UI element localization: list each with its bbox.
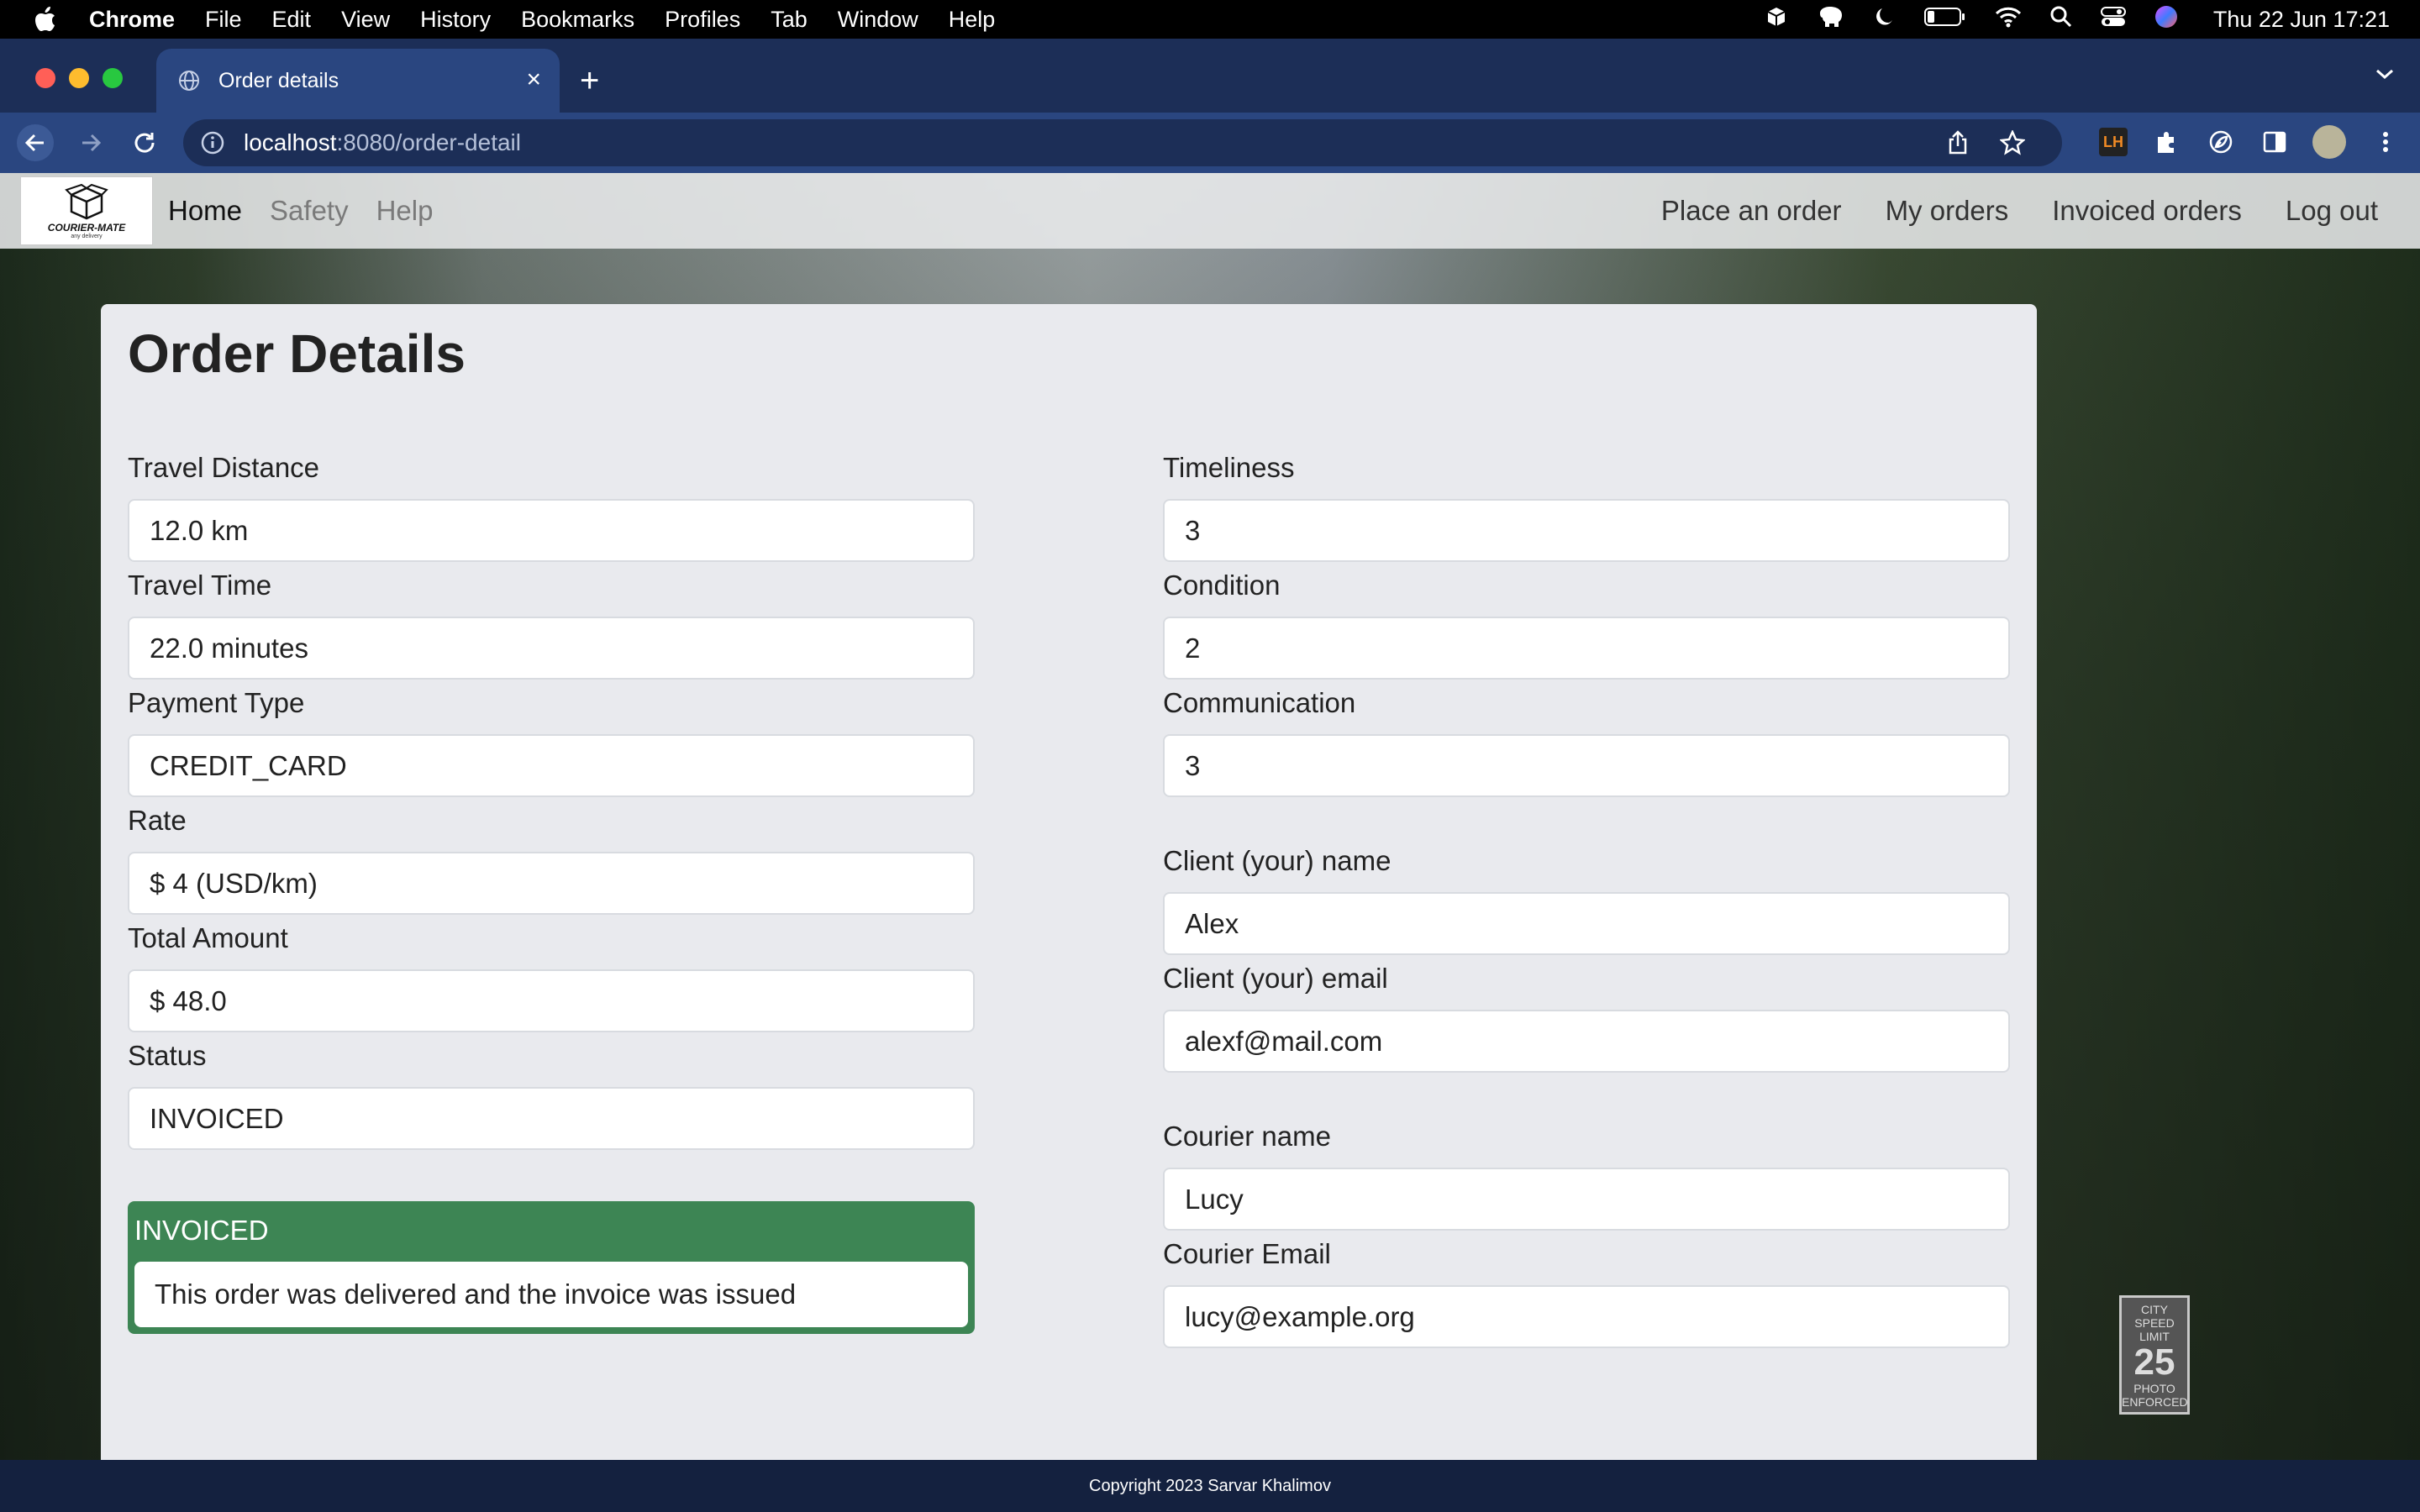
- globe-icon: [178, 70, 200, 92]
- status-alert-panel: INVOICED This order was delivered and th…: [128, 1201, 975, 1334]
- page-title: Order Details: [128, 323, 466, 384]
- travel-time-label: Travel Time: [128, 570, 272, 601]
- share-icon[interactable]: [1946, 130, 1970, 161]
- footer-copyright: Copyright 2023 Sarvar Khalimov: [1089, 1476, 1331, 1495]
- cube-app-icon[interactable]: [1765, 5, 1788, 34]
- reload-icon[interactable]: [126, 124, 163, 161]
- url-host: localhost: [244, 129, 337, 155]
- rate-label: Rate: [128, 805, 187, 836]
- nav-link-my-orders[interactable]: My orders: [1886, 195, 2009, 227]
- nav-link-home[interactable]: Home: [168, 195, 242, 227]
- total-amount-field[interactable]: $ 48.0: [128, 969, 975, 1032]
- apple-icon[interactable]: [34, 6, 57, 33]
- menu-window[interactable]: Window: [838, 7, 918, 33]
- new-tab-button[interactable]: +: [580, 64, 599, 97]
- site-info-icon[interactable]: [200, 130, 225, 155]
- background-speed-sign: CITY SPEED LIMIT 25 PHOTO ENFORCED: [2119, 1295, 2190, 1415]
- site-navbar: COURIER-MATE any delivery Home Safety He…: [0, 173, 2420, 249]
- status-label: Status: [128, 1040, 207, 1071]
- wifi-icon[interactable]: [1995, 6, 2022, 34]
- moon-icon[interactable]: [1874, 6, 1896, 34]
- courier-email-label: Courier Email: [1163, 1238, 1331, 1269]
- window-close-button[interactable]: [35, 68, 55, 88]
- client-name-label: Client (your) name: [1163, 845, 1392, 876]
- nav-link-invoiced-orders[interactable]: Invoiced orders: [2052, 195, 2242, 227]
- elephant-icon[interactable]: [1817, 5, 1845, 34]
- timeliness-label: Timeliness: [1163, 452, 1295, 483]
- side-panel-icon[interactable]: [2260, 128, 2289, 156]
- client-name-field[interactable]: Alex: [1163, 892, 2010, 955]
- menu-tab[interactable]: Tab: [771, 7, 808, 33]
- lighthouse-extension-icon[interactable]: LH: [2099, 128, 2128, 156]
- extensions-puzzle-icon[interactable]: [2153, 128, 2181, 156]
- battery-icon[interactable]: [1923, 7, 1966, 33]
- bookmark-star-icon[interactable]: [1999, 129, 2026, 161]
- payment-type-field[interactable]: CREDIT_CARD: [128, 734, 975, 797]
- nav-link-help[interactable]: Help: [376, 195, 434, 227]
- brand-logo[interactable]: COURIER-MATE any delivery: [20, 176, 153, 245]
- courier-email-field[interactable]: lucy@example.org: [1163, 1285, 2010, 1348]
- brand-name: COURIER-MATE: [47, 221, 126, 234]
- nav-link-log-out[interactable]: Log out: [2286, 195, 2378, 227]
- menu-bookmarks[interactable]: Bookmarks: [521, 7, 634, 33]
- browser-tab-active[interactable]: Order details ×: [156, 49, 560, 113]
- client-email-label: Client (your) email: [1163, 963, 1388, 994]
- rate-field[interactable]: $ 4 (USD/km): [128, 852, 975, 915]
- tab-title: Order details: [218, 68, 339, 92]
- travel-distance-label: Travel Distance: [128, 452, 320, 483]
- courier-name-field[interactable]: Lucy: [1163, 1168, 2010, 1231]
- box-logo-icon: [65, 183, 108, 219]
- menu-profiles[interactable]: Profiles: [665, 7, 740, 33]
- menu-view[interactable]: View: [341, 7, 390, 33]
- status-field[interactable]: INVOICED: [128, 1087, 975, 1150]
- control-center-icon[interactable]: [2100, 6, 2126, 34]
- tab-close-icon[interactable]: ×: [526, 67, 541, 92]
- status-alert-title: INVOICED: [134, 1215, 269, 1246]
- condition-label: Condition: [1163, 570, 1281, 601]
- communication-field[interactable]: 3: [1163, 734, 2010, 797]
- window-minimize-button[interactable]: [69, 68, 89, 88]
- siri-icon[interactable]: [2154, 5, 2178, 34]
- web-page: CITY SPEED LIMIT 25 PHOTO ENFORCED COURI…: [0, 173, 2420, 1512]
- communication-label: Communication: [1163, 687, 1356, 718]
- nav-link-safety[interactable]: Safety: [270, 195, 349, 227]
- payment-type-label: Payment Type: [128, 687, 305, 718]
- menu-help[interactable]: Help: [949, 7, 996, 33]
- tab-search-chevron-icon[interactable]: [2375, 67, 2395, 85]
- client-email-field[interactable]: alexf@mail.com: [1163, 1010, 2010, 1073]
- travel-distance-field[interactable]: 12.0 km: [128, 499, 975, 562]
- macos-menu-bar: Chrome File Edit View History Bookmarks …: [0, 0, 2420, 39]
- sign-number: 25: [2133, 1341, 2175, 1383]
- courier-name-label: Courier name: [1163, 1121, 1331, 1152]
- total-amount-label: Total Amount: [128, 922, 288, 953]
- menu-app-chrome[interactable]: Chrome: [89, 7, 175, 33]
- condition-field[interactable]: 2: [1163, 617, 2010, 680]
- sign-bottom-text: PHOTO ENFORCED: [2122, 1382, 2188, 1409]
- url-text[interactable]: localhost:8080/order-detail: [244, 129, 521, 156]
- chrome-menu-kebab-icon[interactable]: [2371, 128, 2400, 156]
- status-alert-message: This order was delivered and the invoice…: [134, 1262, 968, 1327]
- menu-history[interactable]: History: [420, 7, 491, 33]
- address-bar[interactable]: localhost:8080/order-detail: [183, 119, 2062, 166]
- brand-tagline: any delivery: [71, 233, 103, 239]
- back-arrow-icon[interactable]: [17, 124, 54, 161]
- travel-time-field[interactable]: 22.0 minutes: [128, 617, 975, 680]
- sign-top-text: CITY SPEED LIMIT: [2134, 1303, 2175, 1343]
- site-footer: Copyright 2023 Sarvar Khalimov: [0, 1460, 2420, 1512]
- profile-avatar[interactable]: [2312, 125, 2346, 159]
- menubar-clock[interactable]: Thu 22 Jun 17:21: [2213, 7, 2390, 33]
- leaf-extension-icon[interactable]: [2207, 128, 2235, 156]
- nav-link-place-order[interactable]: Place an order: [1661, 195, 1842, 227]
- menu-file[interactable]: File: [205, 7, 242, 33]
- window-zoom-button[interactable]: [103, 68, 123, 88]
- forward-arrow-icon[interactable]: [72, 124, 109, 161]
- menu-edit[interactable]: Edit: [272, 7, 312, 33]
- order-details-card: Order Details Travel Distance 12.0 km Tr…: [101, 304, 2037, 1512]
- timeliness-field[interactable]: 3: [1163, 499, 2010, 562]
- spotlight-search-icon[interactable]: [2050, 6, 2072, 34]
- url-path: :8080/order-detail: [336, 129, 521, 155]
